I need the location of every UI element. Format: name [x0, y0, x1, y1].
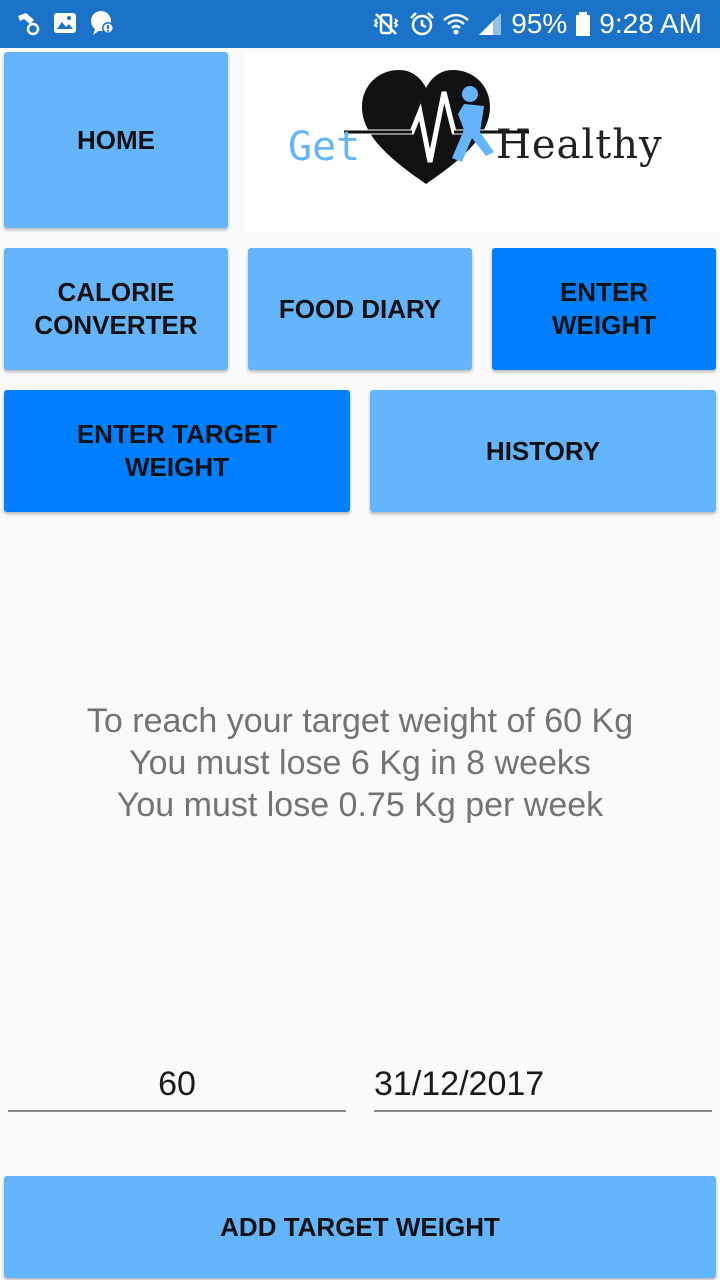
calorie-converter-button-label: CALORIE CONVERTER [34, 277, 198, 340]
app-logo: Get Healthy [244, 52, 720, 232]
vibrate-mute-icon [373, 13, 399, 35]
battery-icon [576, 12, 591, 36]
target-summary: To reach your target weight of 60 Kg You… [0, 700, 720, 826]
summary-total-loss-line: You must lose 6 Kg in 8 weeks [129, 744, 591, 782]
add-target-weight-button[interactable]: ADD TARGET WEIGHT [4, 1176, 716, 1278]
history-button[interactable]: HISTORY [370, 390, 716, 512]
gallery-icon [54, 13, 76, 33]
wifi-icon [443, 13, 470, 35]
logo-text-get: Get [288, 124, 361, 170]
logo-text-healthy: Healthy [496, 122, 663, 168]
target-date-input[interactable]: 31/12/2017 [374, 1058, 712, 1112]
enter-weight-button[interactable]: ENTER WEIGHT [492, 248, 716, 370]
enter-weight-button-label: ENTER WEIGHT [552, 277, 656, 340]
enter-target-weight-button[interactable]: ENTER TARGET WEIGHT [4, 390, 350, 512]
summary-weekly-loss-line: You must lose 0.75 Kg per week [116, 786, 604, 824]
home-button[interactable]: HOME [4, 52, 228, 228]
clock: 9:28 AM [599, 8, 702, 39]
status-right: 95% 9:28 AM [371, 6, 702, 42]
calorie-converter-button[interactable]: CALORIE CONVERTER [4, 248, 228, 370]
battery-percentage: 95% [511, 8, 568, 39]
home-button-label: HOME [77, 124, 155, 155]
signal-icon [479, 13, 502, 35]
enter-target-weight-button-label: ENTER TARGET WEIGHT [76, 419, 278, 482]
status-bar: 95% 9:28 AM [0, 0, 720, 48]
target-weight-input[interactable]: 60 [8, 1058, 346, 1112]
summary-target-line: To reach your target weight of 60 Kg [86, 702, 634, 740]
chat-icon [91, 11, 114, 35]
history-button-label: HISTORY [485, 435, 601, 466]
add-target-weight-button-label: ADD TARGET WEIGHT [220, 1211, 500, 1242]
target-weight-value: 60 [158, 1065, 196, 1103]
alarm-icon [410, 12, 435, 36]
food-diary-button[interactable]: FOOD DIARY [248, 248, 472, 370]
target-date-value: 31/12/2017 [374, 1065, 545, 1103]
food-diary-button-label: FOOD DIARY [278, 293, 442, 324]
notification-app-icon [18, 13, 40, 36]
status-left-icons [14, 10, 116, 36]
